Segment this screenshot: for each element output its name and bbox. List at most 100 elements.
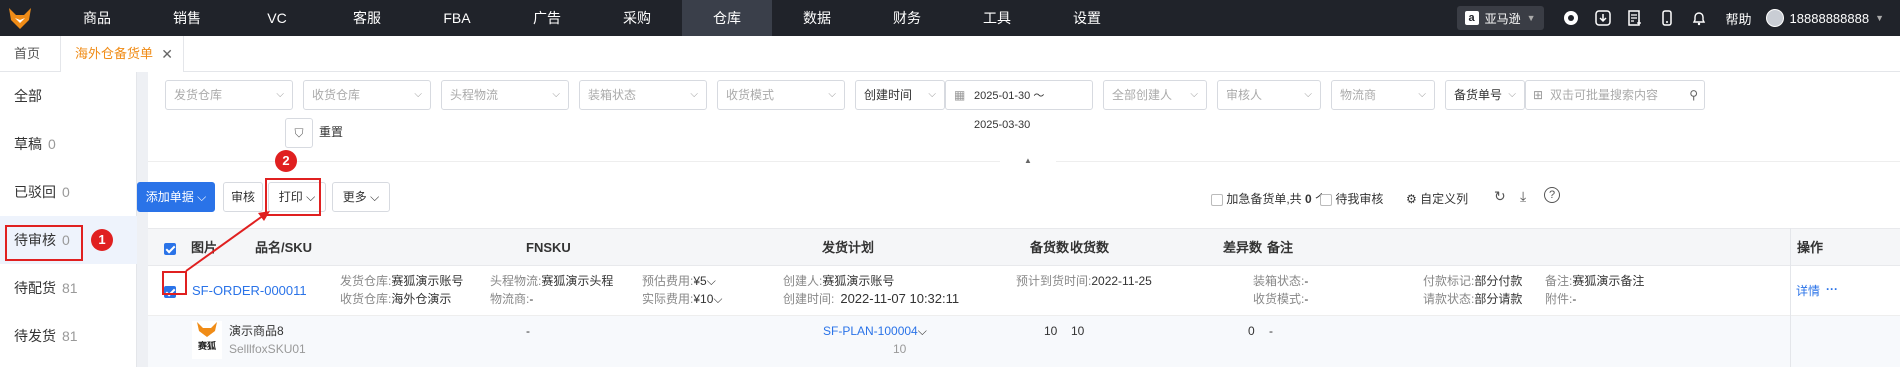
label: 备注: bbox=[1545, 274, 1573, 288]
act-fee-info[interactable]: 实际费用:¥10⌵ bbox=[642, 290, 722, 308]
refresh-icon[interactable]: ↻ bbox=[1494, 188, 1506, 205]
my-review-filter[interactable]: 待我审核 bbox=[1320, 190, 1383, 207]
nav-item-service[interactable]: 客服 bbox=[322, 0, 412, 36]
close-icon[interactable]: ✕ bbox=[161, 36, 173, 72]
order-id-link[interactable]: SF-ORDER-000011 bbox=[192, 282, 307, 300]
label: 收货模式: bbox=[1253, 292, 1305, 306]
label: 附件: bbox=[1545, 292, 1573, 306]
filter-funnel-button[interactable]: ⛉ bbox=[285, 118, 313, 148]
more-button[interactable]: 更多 ⌵ bbox=[332, 182, 390, 212]
ship-warehouse-select[interactable]: 发货仓库 ⌵ bbox=[165, 80, 293, 110]
nav-item-fba[interactable]: FBA bbox=[412, 0, 502, 36]
help-link[interactable]: 帮助 bbox=[1726, 9, 1752, 28]
brand-name: 赛狐 bbox=[197, 341, 216, 351]
urgent-filter[interactable]: 加急备货单,共 0 个 bbox=[1211, 190, 1327, 207]
tab-label: 海外仓备货单 bbox=[75, 46, 154, 61]
user-menu[interactable]: 18888888888 ▼ bbox=[1765, 9, 1884, 27]
reviewer-select[interactable]: 审核人 ⌵ bbox=[1217, 80, 1321, 110]
col-fnsku: FNSKU bbox=[526, 240, 571, 255]
nav-item-products[interactable]: 商品 bbox=[52, 0, 142, 36]
recv-qty: 10 bbox=[1071, 324, 1085, 338]
sidebar-item-all[interactable]: 全部 bbox=[0, 72, 137, 120]
my-review-label: 待我审核 bbox=[1335, 192, 1384, 206]
nav-item-vc[interactable]: VC bbox=[232, 0, 322, 36]
reset-button[interactable]: 重置 bbox=[319, 118, 343, 148]
chevron-down-icon: ⌵ bbox=[197, 190, 207, 204]
bell-icon[interactable] bbox=[1686, 0, 1712, 36]
calendar-icon: ▦ bbox=[954, 88, 966, 102]
export-icon[interactable]: ⤓ bbox=[1520, 188, 1526, 205]
value: 赛狐演示备注 bbox=[1572, 274, 1645, 288]
sidebar-item-draft[interactable]: 草稿 0 bbox=[0, 120, 137, 168]
nav-item-purchase[interactable]: 采购 bbox=[592, 0, 682, 36]
date-range-picker[interactable]: ▦ 2025-01-30 ～ 2025-03-30 bbox=[945, 80, 1093, 131]
product-image: 赛狐 bbox=[192, 321, 222, 359]
settings-circle-icon[interactable] bbox=[1558, 0, 1584, 36]
logistics-select[interactable]: 物流商 ⌵ bbox=[1331, 80, 1435, 110]
first-leg-select[interactable]: 头程物流 ⌵ bbox=[441, 80, 569, 110]
sidebar-item-pending-shipment[interactable]: 待发货 81 bbox=[0, 312, 137, 360]
mobile-icon[interactable] bbox=[1654, 0, 1680, 36]
creator-select[interactable]: 全部创建人 ⌵ bbox=[1103, 80, 1207, 110]
nav-item-sales[interactable]: 销售 bbox=[142, 0, 232, 36]
time-type-select[interactable]: 创建时间 ⌵ bbox=[855, 80, 945, 110]
fox-logo-icon[interactable] bbox=[0, 0, 40, 36]
tab-overseas-stock-order[interactable]: 海外仓备货单 ✕ bbox=[60, 36, 185, 72]
packing-status-select[interactable]: 装箱状态 ⌵ bbox=[579, 80, 707, 110]
chevron-down-icon: ▼ bbox=[1526, 13, 1536, 23]
select-all-checkbox-wrap[interactable] bbox=[164, 229, 176, 267]
order-no-type-select[interactable]: 备货单号 ⌵ bbox=[1445, 80, 1525, 110]
nav-item-ads[interactable]: 广告 bbox=[502, 0, 592, 36]
date-range-value: 2025-01-30 ～ 2025-03-30 bbox=[974, 90, 1045, 131]
nav-item-finance[interactable]: 财务 bbox=[862, 0, 952, 36]
sidebar-item-label: 待发货 bbox=[14, 328, 56, 344]
recv-warehouse-select[interactable]: 收货仓库 ⌵ bbox=[303, 80, 431, 110]
sidebar-item-label: 草稿 bbox=[14, 136, 42, 152]
nav-item-data[interactable]: 数据 bbox=[772, 0, 862, 36]
select-value: 备货单号 bbox=[1454, 88, 1503, 102]
chevron-down-icon: ⌵ bbox=[1304, 89, 1312, 100]
value: 2022-11-07 10:32:11 bbox=[840, 291, 960, 306]
chevron-down-icon: ⌵ bbox=[713, 292, 723, 306]
label: 收货仓库: bbox=[340, 292, 392, 306]
est-fee-info[interactable]: 预估费用:¥5⌵ bbox=[642, 272, 716, 290]
stock-qty: 10 bbox=[1044, 324, 1058, 338]
page-tabs: 首页 海外仓备货单 ✕ bbox=[0, 36, 1900, 72]
task-list-icon[interactable] bbox=[1622, 0, 1648, 36]
nav-item-warehouse[interactable]: 仓库 bbox=[682, 0, 772, 36]
value: 海外仓演示 bbox=[391, 292, 452, 306]
select-all-checkbox[interactable] bbox=[164, 242, 176, 255]
my-review-checkbox[interactable] bbox=[1320, 193, 1332, 206]
chevron-down-icon: ⌵ bbox=[928, 89, 936, 100]
sidebar-item-count: 0 bbox=[62, 184, 70, 200]
annotation-arrow bbox=[185, 211, 270, 272]
sidebar-item-pending-allocation[interactable]: 待配货 81 bbox=[0, 264, 137, 312]
search-icon[interactable]: ⚲ bbox=[1689, 81, 1698, 109]
nav-item-settings[interactable]: 设置 bbox=[1042, 0, 1132, 36]
plan-link[interactable]: SF-PLAN-100004⌵ bbox=[823, 322, 927, 340]
urgent-checkbox[interactable] bbox=[1211, 193, 1223, 206]
sidebar-item-label: 待配货 bbox=[14, 280, 56, 296]
recv-mode-info: 收货模式:- bbox=[1253, 290, 1308, 308]
label: 预估费用: bbox=[642, 274, 694, 288]
chevron-down-icon: ⌵ bbox=[552, 89, 560, 100]
value: 部分付款 bbox=[1474, 274, 1523, 288]
collapse-filters-toggle[interactable]: ▲ bbox=[1000, 156, 1056, 166]
store-selector[interactable]: a 亚马逊 ▼ bbox=[1456, 6, 1544, 30]
recv-mode-select[interactable]: 收货模式 ⌵ bbox=[717, 80, 845, 110]
search-input[interactable]: ⊞ 双击可批量搜索内容 ⚲ bbox=[1525, 80, 1705, 110]
user-phone: 18888888888 bbox=[1789, 10, 1870, 26]
select-placeholder: 全部创建人 bbox=[1112, 88, 1173, 102]
sidebar-item-rejected[interactable]: 已驳回 0 bbox=[0, 168, 137, 216]
label: 预计到货时间: bbox=[1016, 274, 1092, 288]
nav-item-tools[interactable]: 工具 bbox=[952, 0, 1042, 36]
value: 赛狐演示账号 bbox=[391, 274, 464, 288]
help-icon[interactable]: ? bbox=[1544, 187, 1560, 203]
custom-columns-button[interactable]: ⚙ 自定义列 bbox=[1406, 190, 1468, 207]
chevron-down-icon: ⌵ bbox=[1418, 89, 1426, 100]
download-icon[interactable] bbox=[1590, 0, 1616, 36]
sidebar-item-count: 81 bbox=[62, 328, 78, 344]
tab-home[interactable]: 首页 bbox=[0, 36, 54, 72]
eta-info: 预计到货时间:2022-11-25 bbox=[1016, 272, 1152, 290]
label: 物流商: bbox=[490, 292, 530, 306]
